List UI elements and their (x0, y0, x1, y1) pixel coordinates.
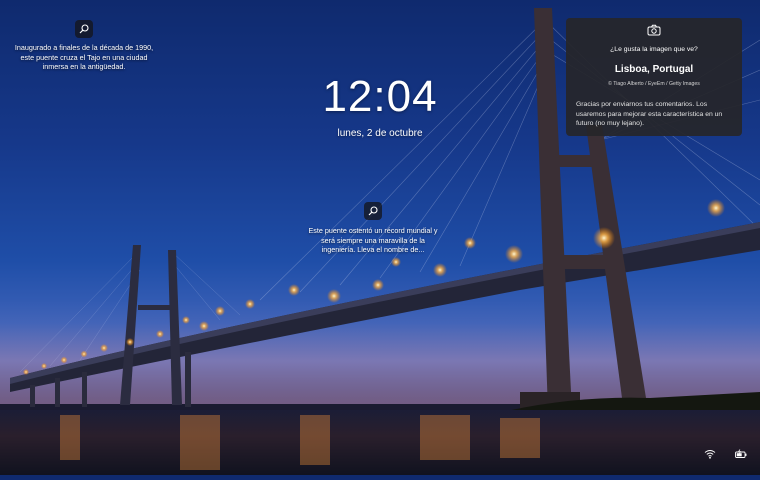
lock-date: lunes, 2 de octubre (337, 128, 423, 139)
hotspot-search-button-2[interactable] (364, 202, 382, 220)
image-info-panel: ¿Le gusta la imagen que ve? Lisboa, Port… (566, 18, 742, 136)
camera-icon[interactable] (647, 24, 661, 36)
search-icon (368, 206, 378, 216)
wifi-icon[interactable] (704, 449, 716, 459)
river-water (0, 410, 760, 475)
image-location-title: Lisboa, Portugal (614, 64, 694, 75)
feedback-thanks-text: Gracias por enviarnos tus comentarios. L… (576, 101, 723, 128)
image-credit: © Tiago Alberto / EyeEm / Getty Images (608, 81, 700, 87)
battery-icon[interactable] (735, 449, 747, 459)
search-icon (79, 24, 89, 34)
image-feedback-question: ¿Le gusta la imagen que ve? (610, 46, 698, 53)
hotspot-caption-2: Este puente ostentó un récord mundial y … (308, 226, 438, 254)
hotspot-caption-1: Inaugurado a finales de la década de 199… (14, 43, 154, 71)
lock-clock: 12:04 (322, 72, 438, 121)
hotspot-search-button-1[interactable] (75, 20, 93, 38)
